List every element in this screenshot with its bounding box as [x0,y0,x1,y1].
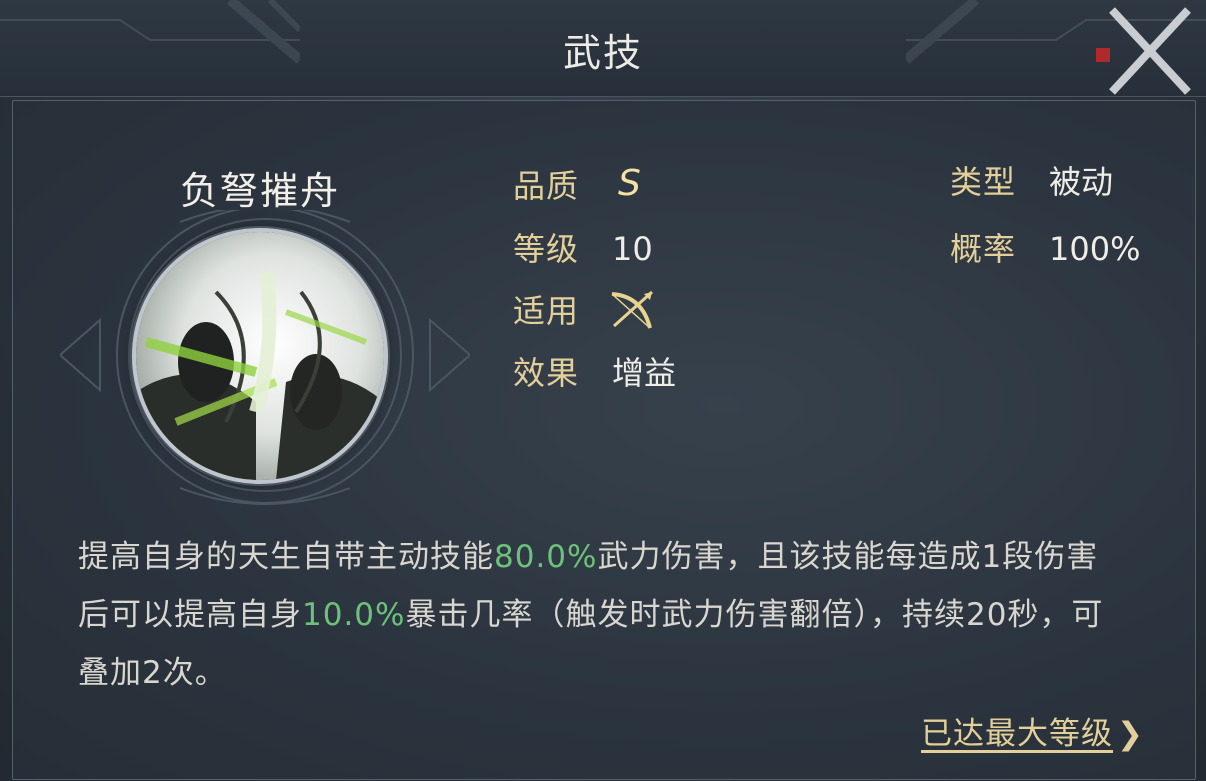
max-level-link[interactable]: 已达最大等级 ❯ [921,708,1144,753]
type-value: 被动 [1049,163,1114,201]
quality-label: 品质 [513,167,580,205]
chance-value: 100% [1049,230,1141,268]
bow-icon [606,286,658,334]
archers-illustration [136,232,384,480]
skill-name: 负弩摧舟 [179,169,340,213]
chevron-right-icon: ❯ [1117,716,1144,752]
chance-label: 概率 [950,230,1017,268]
quality-value: S [618,163,641,204]
type-label: 类型 [950,163,1017,201]
game-logo [1012,4,1192,96]
applies-label: 适用 [513,292,580,330]
level-label: 等级 [513,230,580,268]
header-bar: 武技 [0,0,1206,97]
description-text: 提高自身的天生自带主动技能 [78,539,494,575]
logo-emblem [1096,7,1191,95]
level-value: 10 [612,230,653,268]
effect-label: 效果 [513,354,580,392]
damage-bonus-highlight: 80.0% [494,539,598,575]
effect-value: 增益 [612,354,677,392]
skill-description: 提高自身的天生自带主动技能80.0%武力伤害，且该技能每造成1段伤害后可以提高自… [78,528,1118,702]
crit-bonus-highlight: 10.0% [302,597,406,633]
skill-avatar [136,232,384,480]
max-level-label: 已达最大等级 [921,716,1114,752]
